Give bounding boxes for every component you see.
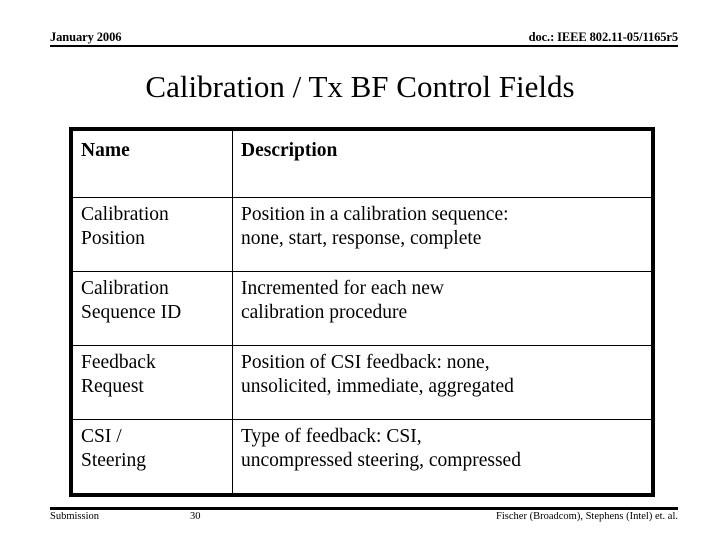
cell-field-description: Incremented for each new calibration pro… (232, 271, 652, 346)
cell-line: none, start, response, complete (241, 228, 482, 249)
table-header: Name Description (72, 130, 652, 198)
cell-line: Sequence ID (81, 302, 182, 323)
cell-line: Position in a calibration sequence: (241, 204, 509, 225)
slide-footer: Submission 30 Fischer (Broadcom), Stephe… (50, 511, 678, 529)
header-document-id: doc.: IEEE 802.11-05/1165r5 (528, 30, 679, 44)
page-title: Calibration / Tx BF Control Fields (145, 69, 575, 104)
footer-divider (50, 507, 678, 510)
cell-line: Request (81, 376, 144, 397)
cell-field-description: Type of feedback: CSI, uncompressed stee… (232, 419, 652, 494)
cell-field-name: Calibration Position (72, 197, 233, 272)
table-body: Calibration Position Position in a calib… (72, 197, 652, 494)
column-header-description: Description (232, 130, 652, 198)
cell-line: Position (81, 228, 145, 249)
cell-field-description: Position in a calibration sequence: none… (232, 197, 652, 272)
cell-line: Position of CSI feedback: none, (241, 352, 490, 373)
cell-field-name: CSI / Steering (72, 419, 233, 494)
control-fields-table-container: Name Description Calibration Position Po… (69, 127, 655, 497)
cell-line: Type of feedback: CSI, (241, 426, 422, 447)
footer-page-number: 30 (190, 511, 201, 522)
cell-line: Incremented for each new (241, 278, 445, 299)
cell-line: uncompressed steering, compressed (241, 450, 521, 471)
cell-line: Calibration (81, 278, 169, 299)
header-divider (50, 45, 678, 47)
control-fields-table: Name Description Calibration Position Po… (72, 130, 652, 494)
table-row: Calibration Sequence ID Incremented for … (72, 271, 652, 346)
footer-authors: Fischer (Broadcom), Stephens (Intel) et.… (496, 511, 678, 522)
cell-line: calibration procedure (241, 302, 408, 323)
cell-line: Feedback (81, 352, 156, 373)
cell-line: Calibration (81, 204, 169, 225)
column-header-name: Name (72, 130, 233, 198)
table-row: Calibration Position Position in a calib… (72, 197, 652, 272)
cell-line: unsolicited, immediate, aggregated (241, 376, 514, 397)
table-header-row: Name Description (72, 130, 652, 198)
cell-line: Steering (81, 450, 146, 471)
footer-submission-label: Submission (50, 511, 100, 522)
slide-canvas: January 2006 doc.: IEEE 802.11-05/1165r5… (0, 0, 720, 540)
cell-line: CSI / (81, 426, 122, 447)
table-row: CSI / Steering Type of feedback: CSI, un… (72, 419, 652, 494)
cell-field-description: Position of CSI feedback: none, unsolici… (232, 345, 652, 420)
table-row: Feedback Request Position of CSI feedbac… (72, 345, 652, 420)
header-date: January 2006 (50, 30, 122, 44)
slide-header: January 2006 doc.: IEEE 802.11-05/1165r5 (50, 30, 678, 50)
cell-field-name: Feedback Request (72, 345, 233, 420)
cell-field-name: Calibration Sequence ID (72, 271, 233, 346)
